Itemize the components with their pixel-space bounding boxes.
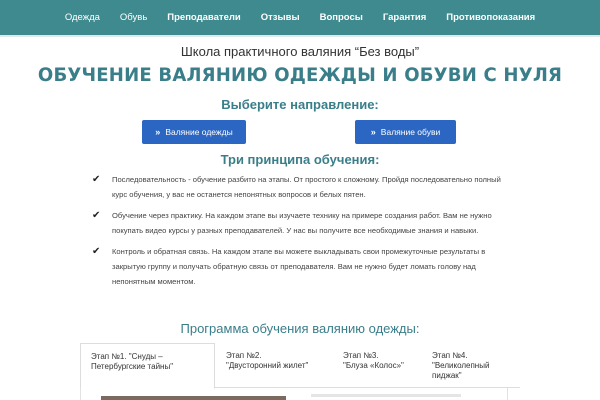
stage-tabs: Этап №1. "Снуды – Петербургские тайны" Э… bbox=[80, 343, 520, 389]
list-item: ✔ Последовательность - обучение разбито … bbox=[90, 172, 510, 202]
nav-item-reviews[interactable]: Отзывы bbox=[251, 12, 310, 23]
tab-label-line: Этап №2. bbox=[226, 351, 262, 360]
nav-divider bbox=[0, 35, 600, 37]
shoes-felting-button-label: Валяние обуви bbox=[380, 127, 441, 137]
nav-item-teachers[interactable]: Преподаватели bbox=[157, 12, 250, 23]
program-title: Программа обучения валянию одежды: bbox=[180, 321, 420, 336]
nav-item-guarantee[interactable]: Гарантия bbox=[373, 12, 436, 23]
tab-stage-4[interactable]: Этап №4. "Великолепный пиджак" bbox=[422, 343, 520, 388]
tab-stage-2[interactable]: Этап №2. "Двусторонний жилет" bbox=[216, 343, 331, 388]
tab-panel bbox=[80, 388, 508, 400]
stage-image bbox=[101, 396, 286, 400]
nav-item-clothes[interactable]: Одежда bbox=[55, 12, 110, 23]
check-icon: ✔ bbox=[92, 174, 101, 185]
nav-item-questions[interactable]: Вопросы bbox=[310, 12, 373, 23]
nav-item-shoes[interactable]: Обувь bbox=[110, 12, 157, 23]
clothes-felting-button[interactable]: » Валяние одежды bbox=[142, 120, 246, 144]
nav-item-contraindications[interactable]: Противопоказания bbox=[436, 12, 545, 23]
page-title: ОБУЧЕНИЕ ВАЛЯНИЮ ОДЕЖДЫ И ОБУВИ С НУЛЯ bbox=[37, 64, 563, 86]
tab-label-line: Этап №4. "Великолепный bbox=[432, 351, 490, 370]
principle-text: Обучение через практику. На каждом этапе… bbox=[112, 211, 492, 235]
tab-label-line: "Двусторонний жилет" bbox=[226, 361, 309, 370]
check-icon: ✔ bbox=[92, 246, 101, 257]
school-name: Школа практичного валяния “Без воды” bbox=[180, 44, 420, 59]
top-navigation: Одежда Обувь Преподаватели Отзывы Вопрос… bbox=[0, 0, 600, 35]
principle-text: Последовательность - обучение разбито на… bbox=[112, 175, 501, 199]
principles-title: Три принципа обучения: bbox=[220, 152, 380, 167]
double-chevron-right-icon: » bbox=[155, 127, 161, 137]
tab-label-line: Этап №3. bbox=[343, 351, 379, 360]
shoes-felting-button[interactable]: » Валяние обуви bbox=[355, 120, 456, 144]
stage-description-placeholder bbox=[311, 394, 461, 397]
list-item: ✔ Обучение через практику. На каждом эта… bbox=[90, 208, 510, 238]
tab-label-line: "Блуза «Колос»" bbox=[343, 361, 404, 370]
tab-stage-3[interactable]: Этап №3. "Блуза «Колос»" bbox=[333, 343, 423, 388]
list-item: ✔ Контроль и обратная связь. На каждом э… bbox=[90, 244, 510, 289]
tab-label-line: Этап №1. "Снуды – bbox=[91, 352, 163, 361]
principles-list: ✔ Последовательность - обучение разбито … bbox=[90, 172, 510, 295]
clothes-felting-button-label: Валяние одежды bbox=[165, 127, 233, 137]
tab-label-line: Петербургские тайны" bbox=[91, 362, 174, 371]
principle-text: Контроль и обратная связь. На каждом эта… bbox=[112, 247, 486, 286]
check-icon: ✔ bbox=[92, 210, 101, 221]
tab-label-line: пиджак" bbox=[432, 371, 462, 380]
double-chevron-right-icon: » bbox=[370, 127, 376, 137]
tab-stage-1[interactable]: Этап №1. "Снуды – Петербургские тайны" bbox=[80, 343, 215, 389]
choose-direction-label: Выберите направление: bbox=[221, 97, 379, 112]
